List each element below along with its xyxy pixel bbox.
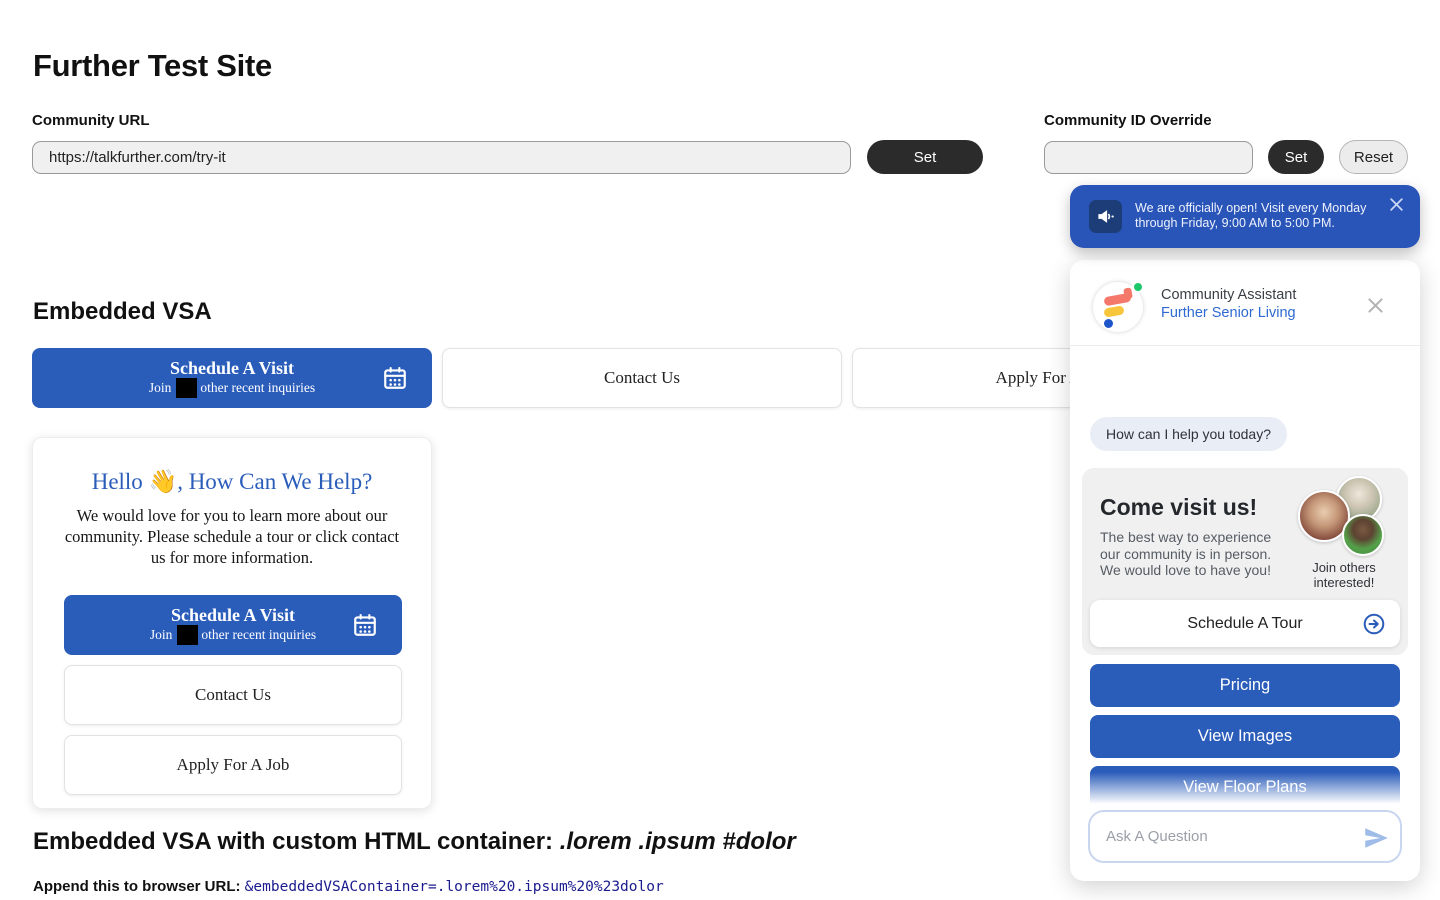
chat-close-icon[interactable] [1367, 297, 1384, 314]
community-url-group: Community URL Set [32, 112, 983, 174]
redacted-count [176, 378, 197, 398]
schedule-visit-label: Schedule A Visit [170, 358, 294, 378]
assistant-title: Community Assistant [1161, 287, 1296, 303]
schedule-tour-button[interactable]: Schedule A Tour [1090, 600, 1400, 647]
custom-container-heading: Embedded VSA with custom HTML container:… [33, 828, 796, 856]
card-schedule-visit-label: Schedule A Visit [171, 605, 295, 625]
chat-header: Community Assistant Further Senior Livin… [1070, 260, 1420, 346]
come-visit-card: Come visit us! The best way to experienc… [1082, 468, 1408, 655]
card-schedule-visit-subtext: Joinother recent inquiries [150, 625, 316, 645]
community-url-label: Community URL [32, 112, 983, 129]
visit-card-body: The best way to experience our community… [1100, 529, 1282, 579]
card-schedule-visit-button[interactable]: Schedule A Visit Joinother recent inquir… [64, 595, 402, 655]
assistant-message-bubble: How can I help you today? [1090, 417, 1287, 451]
vsa-help-card: Hello 👋, How Can We Help? We would love … [32, 437, 432, 809]
schedule-visit-subtext: Joinother recent inquiries [149, 378, 315, 398]
help-card-buttons: Schedule A Visit Joinother recent inquir… [64, 595, 402, 795]
append-url-line: Append this to browser URL: &embeddedVSA… [33, 878, 664, 895]
banner-close-icon[interactable] [1389, 197, 1404, 212]
community-id-reset-button[interactable]: Reset [1339, 140, 1408, 174]
calendar-icon [382, 365, 408, 395]
community-id-group: Community ID Override Set Reset [1044, 112, 1408, 174]
custom-container-selector: .lorem .ipsum #dolor [560, 828, 796, 855]
arrow-circle-icon [1363, 613, 1385, 635]
vsa-button-row: Schedule A Visit Joinother recent inquir… [32, 348, 1252, 408]
community-id-set-button[interactable]: Set [1268, 140, 1324, 174]
contact-us-label: Contact Us [604, 368, 680, 388]
help-card-heading: Hello 👋, How Can We Help? [33, 468, 431, 495]
redacted-count [177, 625, 198, 645]
community-url-set-button[interactable]: Set [867, 140, 983, 174]
assistant-avatar [1093, 282, 1143, 332]
announcement-banner: We are officially open! Visit every Mond… [1070, 185, 1420, 248]
calendar-icon [352, 612, 378, 642]
schedule-tour-label: Schedule A Tour [1187, 615, 1302, 632]
megaphone-icon [1089, 200, 1122, 233]
pricing-button[interactable]: Pricing [1090, 664, 1400, 707]
schedule-visit-button[interactable]: Schedule A Visit Joinother recent inquir… [32, 348, 432, 408]
view-floor-plans-button[interactable]: View Floor Plans [1090, 766, 1400, 809]
question-input-box [1088, 810, 1402, 863]
avatar [1342, 514, 1384, 556]
help-card-body: We would love for you to learn more abou… [61, 505, 403, 568]
announcement-text: We are officially open! Visit every Mond… [1135, 201, 1380, 231]
interested-avatars [1298, 476, 1390, 558]
community-link[interactable]: Further Senior Living [1161, 305, 1296, 321]
send-icon[interactable] [1362, 824, 1390, 852]
online-status-dot [1132, 281, 1144, 293]
card-apply-job-label: Apply For A Job [177, 755, 290, 775]
append-url-code: &embeddedVSAContainer=.lorem%20.ipsum%20… [245, 879, 664, 895]
view-images-button[interactable]: View Images [1090, 715, 1400, 758]
visit-card-heading: Come visit us! [1100, 494, 1257, 521]
card-contact-us-button[interactable]: Contact Us [64, 665, 402, 725]
embedded-vsa-heading: Embedded VSA [33, 298, 212, 326]
chat-widget-panel: Community Assistant Further Senior Livin… [1070, 260, 1420, 881]
ask-question-input[interactable] [1106, 812, 1346, 861]
card-contact-us-label: Contact Us [195, 685, 271, 705]
card-apply-job-button[interactable]: Apply For A Job [64, 735, 402, 795]
contact-us-button[interactable]: Contact Us [442, 348, 842, 408]
community-id-label: Community ID Override [1044, 112, 1408, 129]
community-id-input[interactable] [1044, 141, 1253, 174]
interested-caption: Join others interested! [1286, 560, 1402, 590]
page-title: Further Test Site [33, 48, 272, 84]
community-url-input[interactable] [32, 141, 851, 174]
